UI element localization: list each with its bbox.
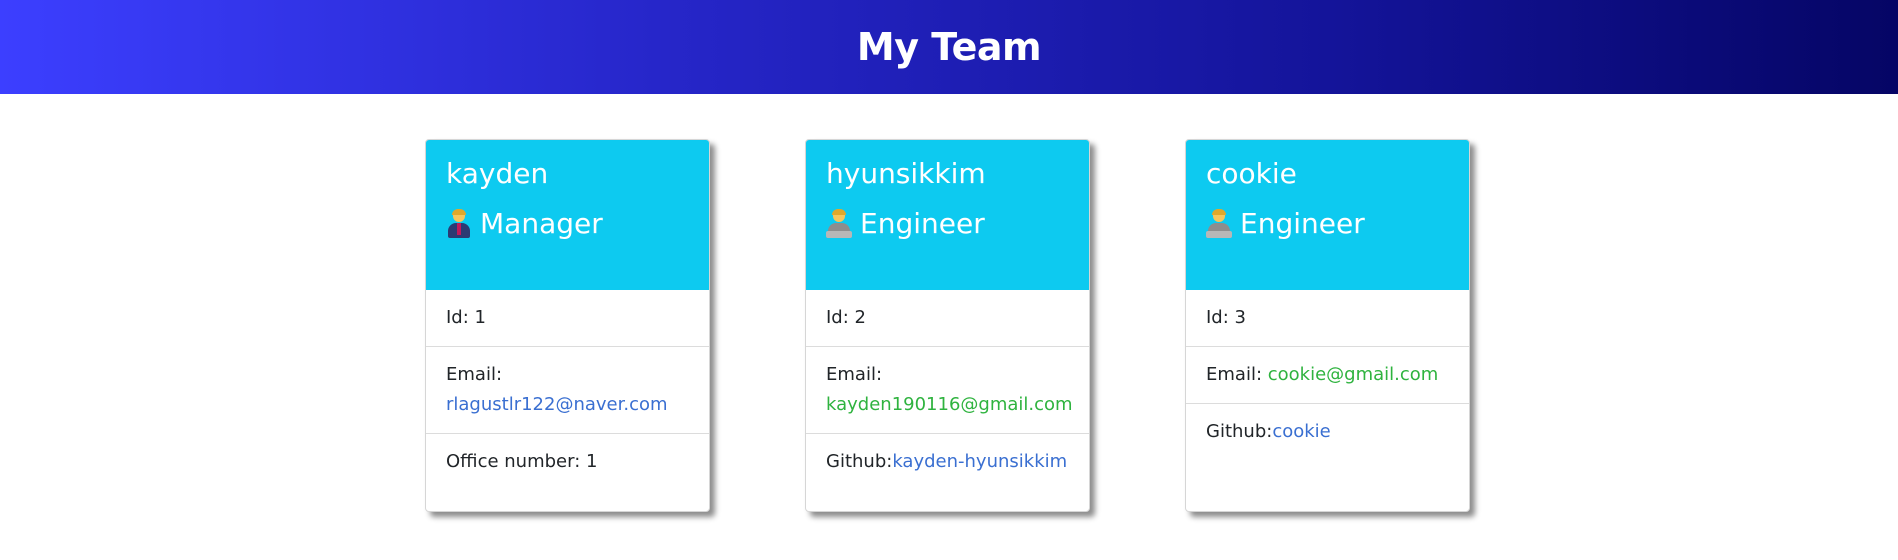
employee-id: Id: 1 <box>426 290 709 347</box>
card-header: cookie Engineer <box>1186 140 1469 290</box>
email-link[interactable]: rlagustlr122@naver.com <box>446 394 668 415</box>
email-link[interactable]: cookie@gmail.com <box>1268 364 1439 385</box>
employee-id: Id: 2 <box>806 290 1089 347</box>
email-link[interactable]: kayden190116@gmail.com <box>826 394 1073 415</box>
office-number: Office number: 1 <box>446 451 598 472</box>
role-label: Engineer <box>860 207 985 240</box>
email-label: Email: <box>826 364 883 385</box>
github-row: Github:cookie <box>1186 404 1469 460</box>
employee-name: kayden <box>446 157 549 190</box>
employee-card-kayden: kayden Manager Id: 1 Email: rlagustlr122… <box>425 139 710 512</box>
engineer-icon <box>826 209 852 239</box>
email-label: Email: <box>446 364 503 385</box>
github-link[interactable]: cookie <box>1272 421 1330 442</box>
employee-card-cookie: cookie Engineer Id: 3 Email: cookie@gmai… <box>1185 139 1470 512</box>
employee-name: hyunsikkim <box>826 157 986 190</box>
page-header: My Team <box>0 0 1898 94</box>
employee-role: Manager <box>446 209 689 239</box>
employee-id: Id: 3 <box>1186 290 1469 347</box>
employee-email-row: Email: kayden190116@gmail.com <box>806 347 1089 434</box>
github-link[interactable]: kayden-hyunsikkim <box>892 451 1067 472</box>
github-row: Github:kayden-hyunsikkim <box>806 434 1089 490</box>
employee-email-row: Email: cookie@gmail.com <box>1186 347 1469 404</box>
manager-icon <box>446 209 472 239</box>
engineer-icon <box>1206 209 1232 239</box>
employee-name: cookie <box>1206 157 1297 190</box>
role-label: Manager <box>480 207 603 240</box>
email-label: Email: <box>1206 364 1263 385</box>
card-header: kayden Manager <box>426 140 709 290</box>
card-header: hyunsikkim Engineer <box>806 140 1089 290</box>
employee-email-row: Email: rlagustlr122@naver.com <box>426 347 709 434</box>
employee-role: Engineer <box>1206 209 1449 239</box>
employee-role: Engineer <box>826 209 1069 239</box>
employee-card-hyunsikkim: hyunsikkim Engineer Id: 2 Email: kayden1… <box>805 139 1090 512</box>
github-label: Github: <box>1206 421 1273 442</box>
page-title: My Team <box>856 25 1042 69</box>
github-label: Github: <box>826 451 893 472</box>
role-label: Engineer <box>1240 207 1365 240</box>
